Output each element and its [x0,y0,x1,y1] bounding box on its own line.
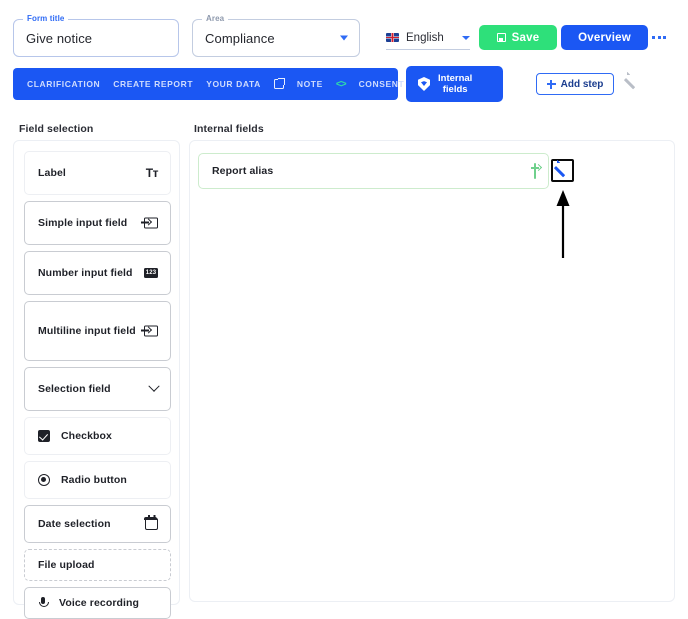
delete-field-button[interactable] [585,163,596,177]
add-step-label: Add step [560,78,604,90]
code-icon[interactable]: <> [336,79,347,90]
uk-flag-icon [386,33,399,42]
chevron-down-icon [462,35,470,40]
area-value: Compliance [205,30,275,46]
add-step-button[interactable]: Add step [536,73,614,95]
field-card-simple-input[interactable]: Simple input field [24,201,171,245]
internal-fields-panel: Report alias [189,140,675,602]
plus-icon [546,79,556,89]
overview-button-label: Overview [578,31,631,44]
external-link-icon[interactable] [273,77,286,89]
form-title-legend: Form title [23,14,69,24]
field-card-radio-button[interactable]: Radio button [24,461,171,499]
field-card-multiline-input[interactable]: Multiline input field [24,301,171,361]
number-icon: 123 [144,268,158,278]
chevron-down-icon [340,35,348,41]
field-card-selection-field[interactable]: Selection field [24,367,171,411]
language-select[interactable]: English [386,26,470,50]
radio-button-icon [38,474,50,486]
area-select[interactable]: Area Compliance [192,14,360,57]
chevron-down-icon [148,380,160,393]
more-options-icon[interactable] [652,31,670,43]
tab-your-data[interactable]: YOUR DATA [206,79,261,89]
save-disk-icon [496,33,506,42]
tab-clarification[interactable]: CLARIFICATION [27,79,100,89]
tab-internal-fields[interactable]: Internal fields [406,66,503,102]
tab-create-report[interactable]: CREATE REPORT [113,79,193,89]
microphone-icon [38,596,49,610]
form-title-value: Give notice [26,30,93,46]
area-legend: Area [202,14,229,24]
input-field-icon [141,217,158,229]
edit-field-button[interactable] [551,159,574,182]
delete-step-trash-icon[interactable] [654,75,667,90]
field-card-file-upload[interactable]: File upload [24,549,171,581]
internal-field-label: Report alias [212,165,274,177]
field-selection-panel: Label Tᴛ Simple input field Number input… [13,140,180,619]
field-card-voice-recording[interactable]: Voice recording [24,587,171,619]
language-label: English [406,31,444,44]
tab-consent[interactable]: CONSENT [359,79,405,89]
edit-step-pencil-icon[interactable] [626,76,640,90]
internal-field-row-report-alias[interactable]: Report alias [198,153,549,189]
input-field-icon [141,325,158,337]
tab-note[interactable]: NOTE [297,79,323,89]
calendar-icon [144,515,158,530]
steps-tab-bar: CLARIFICATION CREATE REPORT YOUR DATA NO… [13,68,404,100]
overview-button[interactable]: Overview [561,25,648,50]
field-card-checkbox[interactable]: Checkbox [24,417,171,455]
shield-icon [418,77,430,91]
save-button-label: Save [511,31,540,44]
form-title-field[interactable]: Form title Give notice [13,14,179,57]
internal-fields-tab-label: Internal fields [438,73,473,95]
text-format-icon: Tᴛ [145,166,159,180]
input-field-icon [534,163,536,179]
field-selection-heading: Field selection [19,123,94,135]
checkbox-icon [38,430,50,442]
internal-fields-heading: Internal fields [194,123,264,135]
field-card-date-selection[interactable]: Date selection [24,505,171,543]
save-button[interactable]: Save [479,25,557,50]
field-card-number-input[interactable]: Number input field 123 [24,251,171,295]
pencil-icon [556,164,569,177]
field-card-label[interactable]: Label Tᴛ [24,151,171,195]
top-toolbar: Form title Give notice Area Compliance E… [0,0,688,64]
